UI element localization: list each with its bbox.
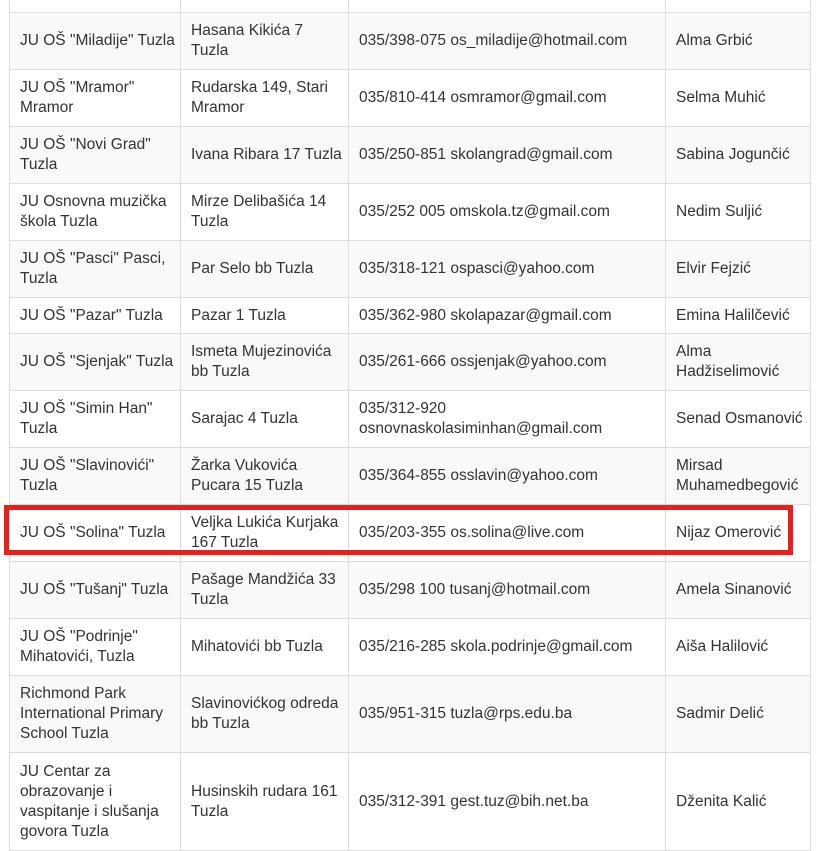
contact-cell <box>348 0 666 13</box>
contact-cell: 035/398-075 os_miladije@hotmail.com <box>348 12 666 70</box>
school-name-cell: JU OŠ "Simin Han" Tuzla <box>9 390 181 448</box>
school-name-cell: JU Centar za obrazovanje i vaspitanje i … <box>9 752 181 851</box>
principal-cell: Alma Grbić <box>665 12 811 70</box>
table-row <box>9 0 811 13</box>
table-row: JU Centar za obrazovanje i vaspitanje i … <box>9 752 811 851</box>
principal-cell: Mirsad Muhamedbegović <box>665 447 811 505</box>
address-cell: Pašage Mandžića 33 Tuzla <box>180 561 349 619</box>
principal-cell: Nedim Suljić <box>665 183 811 241</box>
principal-cell: Sadmir Delić <box>665 675 811 753</box>
schools-table-container: JU OŠ "Miladije" Tuzla Hasana Kikića 7 T… <box>9 0 811 851</box>
table-row: JU OŠ "Sjenjak" Tuzla Ismeta Mujezinović… <box>9 333 811 391</box>
school-name-cell: JU OŠ "Sjenjak" Tuzla <box>9 333 181 391</box>
address-cell: Husinskih rudara 161 Tuzla <box>180 752 349 851</box>
table-row: Richmond Park International Primary Scho… <box>9 675 811 753</box>
principal-cell: Elvir Fejzić <box>665 240 811 298</box>
principal-cell: Senad Osmanović <box>665 390 811 448</box>
address-cell: Ismeta Mujezinovića bb Tuzla <box>180 333 349 391</box>
address-cell <box>180 0 349 13</box>
principal-cell: Emina Halilčević <box>665 297 811 334</box>
school-name-cell: JU OŠ "Tušanj" Tuzla <box>9 561 181 619</box>
table-row: JU OŠ "Novi Grad" Tuzla Ivana Ribara 17 … <box>9 126 811 184</box>
principal-cell: Nijaz Omerović <box>665 504 811 562</box>
school-name-cell: JU OŠ "Pasci" Pasci, Tuzla <box>9 240 181 298</box>
contact-cell: 035/364-855 osslavin@yahoo.com <box>348 447 666 505</box>
table-row: JU OŠ "Podrinje" Mihatovići, Tuzla Mihat… <box>9 618 811 676</box>
table-row: JU Osnovna muzička škola Tuzla Mirze Del… <box>9 183 811 241</box>
address-cell: Slavinovićkog odreda bb Tuzla <box>180 675 349 753</box>
principal-cell: Selma Muhić <box>665 69 811 127</box>
table-row: JU OŠ "Miladije" Tuzla Hasana Kikića 7 T… <box>9 12 811 70</box>
table-row-highlighted: JU OŠ "Solina" Tuzla Veljka Lukića Kurja… <box>9 504 811 562</box>
school-name-cell: JU Osnovna muzička škola Tuzla <box>9 183 181 241</box>
principal-cell <box>665 0 811 13</box>
contact-cell: 035/951-315 tuzla@rps.edu.ba <box>348 675 666 753</box>
contact-cell: 035/203-355 os.solina@live.com <box>348 504 666 562</box>
school-name-cell: JU OŠ "Miladije" Tuzla <box>9 12 181 70</box>
contact-cell: 035/362-980 skolapazar@gmail.com <box>348 297 666 334</box>
contact-cell: 035/312-391 gest.tuz@bih.net.ba <box>348 752 666 851</box>
contact-cell: 035/261-666 ossjenjak@yahoo.com <box>348 333 666 391</box>
address-cell: Pazar 1 Tuzla <box>180 297 349 334</box>
school-name-cell: JU OŠ "Pazar" Tuzla <box>9 297 181 334</box>
school-name-cell: Richmond Park International Primary Scho… <box>9 675 181 753</box>
contact-cell: 035/312-920 osnovnaskolasiminhan@gmail.c… <box>348 390 666 448</box>
address-cell: Mihatovići bb Tuzla <box>180 618 349 676</box>
school-name-cell: JU OŠ "Mramor" Mramor <box>9 69 181 127</box>
table-row: JU OŠ "Pasci" Pasci, Tuzla Par Selo bb T… <box>9 240 811 298</box>
school-name-cell: JU OŠ "Solina" Tuzla <box>9 504 181 562</box>
contact-cell: 035/318-121 ospasci@yahoo.com <box>348 240 666 298</box>
address-cell: Rudarska 149, Stari Mramor <box>180 69 349 127</box>
principal-cell: Amela Sinanović <box>665 561 811 619</box>
contact-cell: 035/810-414 osmramor@gmail.com <box>348 69 666 127</box>
schools-table: JU OŠ "Miladije" Tuzla Hasana Kikića 7 T… <box>9 0 811 851</box>
address-cell: Ivana Ribara 17 Tuzla <box>180 126 349 184</box>
contact-cell: 035/250-851 skolangrad@gmail.com <box>348 126 666 184</box>
address-cell: Hasana Kikića 7 Tuzla <box>180 12 349 70</box>
address-cell: Par Selo bb Tuzla <box>180 240 349 298</box>
address-cell: Sarajac 4 Tuzla <box>180 390 349 448</box>
contact-cell: 035/298 100 tusanj@hotmail.com <box>348 561 666 619</box>
school-name-cell: JU OŠ "Podrinje" Mihatovići, Tuzla <box>9 618 181 676</box>
school-name-cell <box>9 0 181 13</box>
address-cell: Mirze Delibašića 14 Tuzla <box>180 183 349 241</box>
table-row: JU OŠ "Pazar" Tuzla Pazar 1 Tuzla 035/36… <box>9 297 811 334</box>
address-cell: Veljka Lukića Kurjaka 167 Tuzla <box>180 504 349 562</box>
table-row: JU OŠ "Slavinovići" Tuzla Žarka Vukovića… <box>9 447 811 505</box>
school-name-cell: JU OŠ "Novi Grad" Tuzla <box>9 126 181 184</box>
principal-cell: Dženita Kalić <box>665 752 811 851</box>
contact-cell: 035/216-285 skola.podrinje@gmail.com <box>348 618 666 676</box>
principal-cell: Aiša Halilović <box>665 618 811 676</box>
table-row: JU OŠ "Mramor" Mramor Rudarska 149, Star… <box>9 69 811 127</box>
contact-cell: 035/252 005 omskola.tz@gmail.com <box>348 183 666 241</box>
principal-cell: Sabina Jogunčić <box>665 126 811 184</box>
table-row: JU OŠ "Simin Han" Tuzla Sarajac 4 Tuzla … <box>9 390 811 448</box>
address-cell: Žarka Vukovića Pucara 15 Tuzla <box>180 447 349 505</box>
table-row: JU OŠ "Tušanj" Tuzla Pašage Mandžića 33 … <box>9 561 811 619</box>
school-name-cell: JU OŠ "Slavinovići" Tuzla <box>9 447 181 505</box>
principal-cell: Alma Hadžiselimović <box>665 333 811 391</box>
